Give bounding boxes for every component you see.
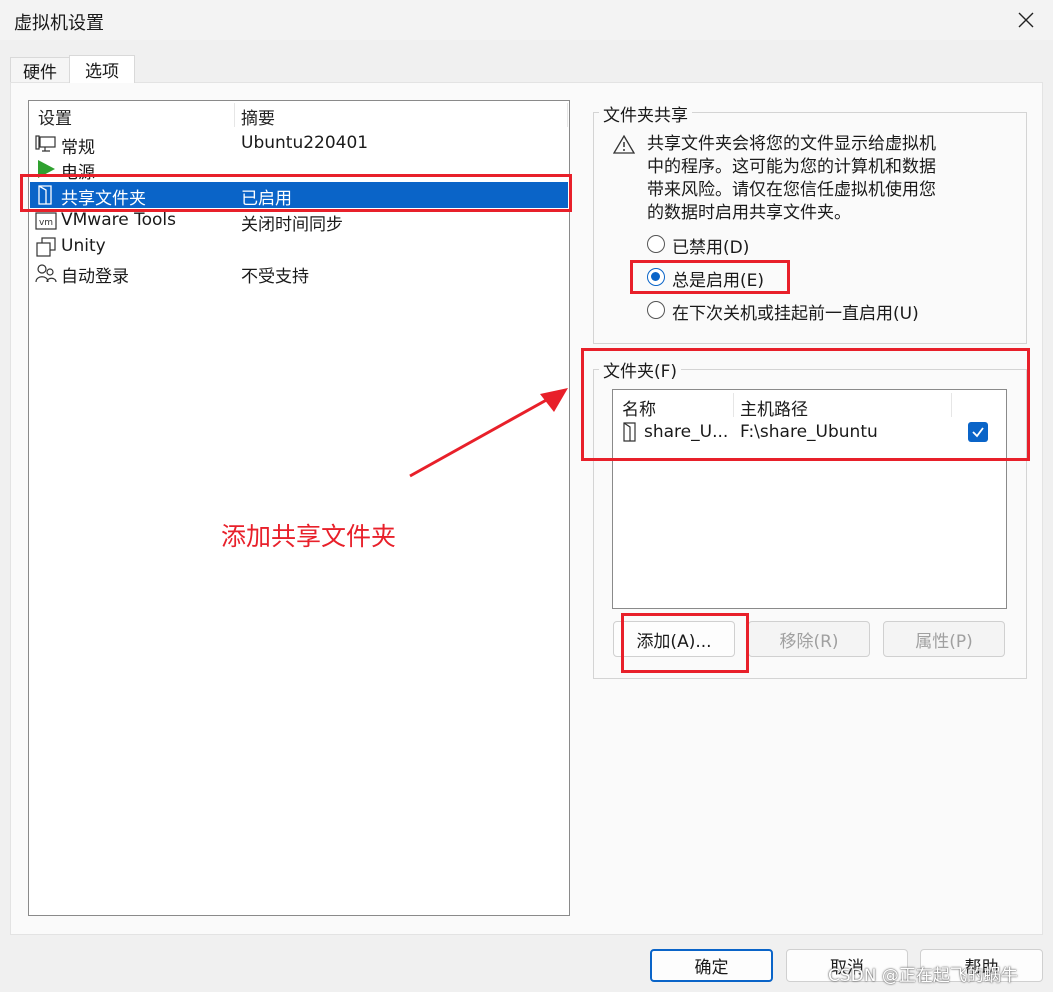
settings-item-unity[interactable]: Unity: [30, 234, 568, 260]
ok-label: 确定: [694, 958, 729, 978]
properties-label: 属性(P): [915, 631, 973, 652]
settings-item-name: Unity: [61, 236, 106, 256]
highlight-box-folders: [581, 348, 1030, 461]
title-bar: [0, 0, 1053, 40]
remove-folder-button[interactable]: 移除(R): [748, 621, 870, 657]
svg-text:vm: vm: [39, 218, 53, 228]
annotation-text: 添加共享文件夹: [221, 522, 397, 551]
watermark: CSDN @正在起飞的蜗牛: [828, 966, 1018, 986]
folder-sharing-legend: 文件夹共享: [599, 101, 692, 126]
settings-item-name: 自动登录: [61, 267, 129, 287]
radio-disabled[interactable]: [647, 235, 665, 253]
settings-item-autologin[interactable]: 自动登录 不受支持: [30, 260, 568, 287]
settings-item-name: VMware Tools: [61, 210, 176, 230]
highlight-box-shared-folders: [20, 174, 572, 212]
column-divider[interactable]: [234, 103, 235, 127]
properties-button[interactable]: 属性(P): [883, 621, 1005, 657]
close-button[interactable]: [1009, 4, 1043, 36]
tab-options-label: 选项: [85, 62, 119, 82]
tab-hardware-label: 硬件: [23, 63, 57, 83]
settings-item-name: 常规: [61, 138, 95, 158]
warning-line: 的数据时启用共享文件夹。: [647, 203, 851, 223]
column-header-setting[interactable]: 设置: [38, 104, 72, 129]
unity-windows-icon: [36, 237, 56, 257]
annotation-arrow: [409, 388, 568, 478]
column-header-summary[interactable]: 摘要: [241, 104, 275, 129]
settings-item-summary: 不受支持: [241, 267, 309, 287]
radio-disabled-label[interactable]: 已禁用(D): [672, 233, 749, 258]
monitor-icon: [35, 135, 56, 152]
tab-hardware[interactable]: 硬件: [10, 57, 70, 83]
radio-until-poweroff-label[interactable]: 在下次关机或挂起前一直启用(U): [672, 299, 919, 324]
remove-folder-label: 移除(R): [779, 631, 839, 652]
ok-button[interactable]: 确定: [650, 949, 773, 982]
tab-options[interactable]: 选项: [69, 55, 135, 83]
warning-icon: [613, 134, 635, 154]
radio-until-poweroff[interactable]: [647, 301, 665, 319]
warning-line: 共享文件夹会将您的文件显示给虚拟机: [647, 134, 936, 154]
warning-line: 带来风险。请仅在您信任虚拟机使用您: [647, 180, 936, 200]
users-icon: [35, 264, 57, 283]
column-divider[interactable]: [567, 103, 568, 127]
warning-line: 中的程序。这可能为您的计算机和数据: [647, 157, 936, 177]
settings-item-summary: Ubuntu220401: [241, 133, 369, 153]
vm-icon: vm: [35, 212, 57, 230]
close-icon: [1018, 12, 1034, 28]
settings-item-general[interactable]: 常规 Ubuntu220401: [30, 131, 568, 158]
settings-item-summary: 关闭时间同步: [241, 215, 343, 235]
highlight-box-always-enabled: [630, 260, 790, 294]
warning-text: 共享文件夹会将您的文件显示给虚拟机 中的程序。这可能为您的计算机和数据 带来风险…: [647, 133, 1019, 225]
highlight-box-add-button: [621, 613, 749, 673]
window-title: 虚拟机设置: [14, 13, 104, 34]
